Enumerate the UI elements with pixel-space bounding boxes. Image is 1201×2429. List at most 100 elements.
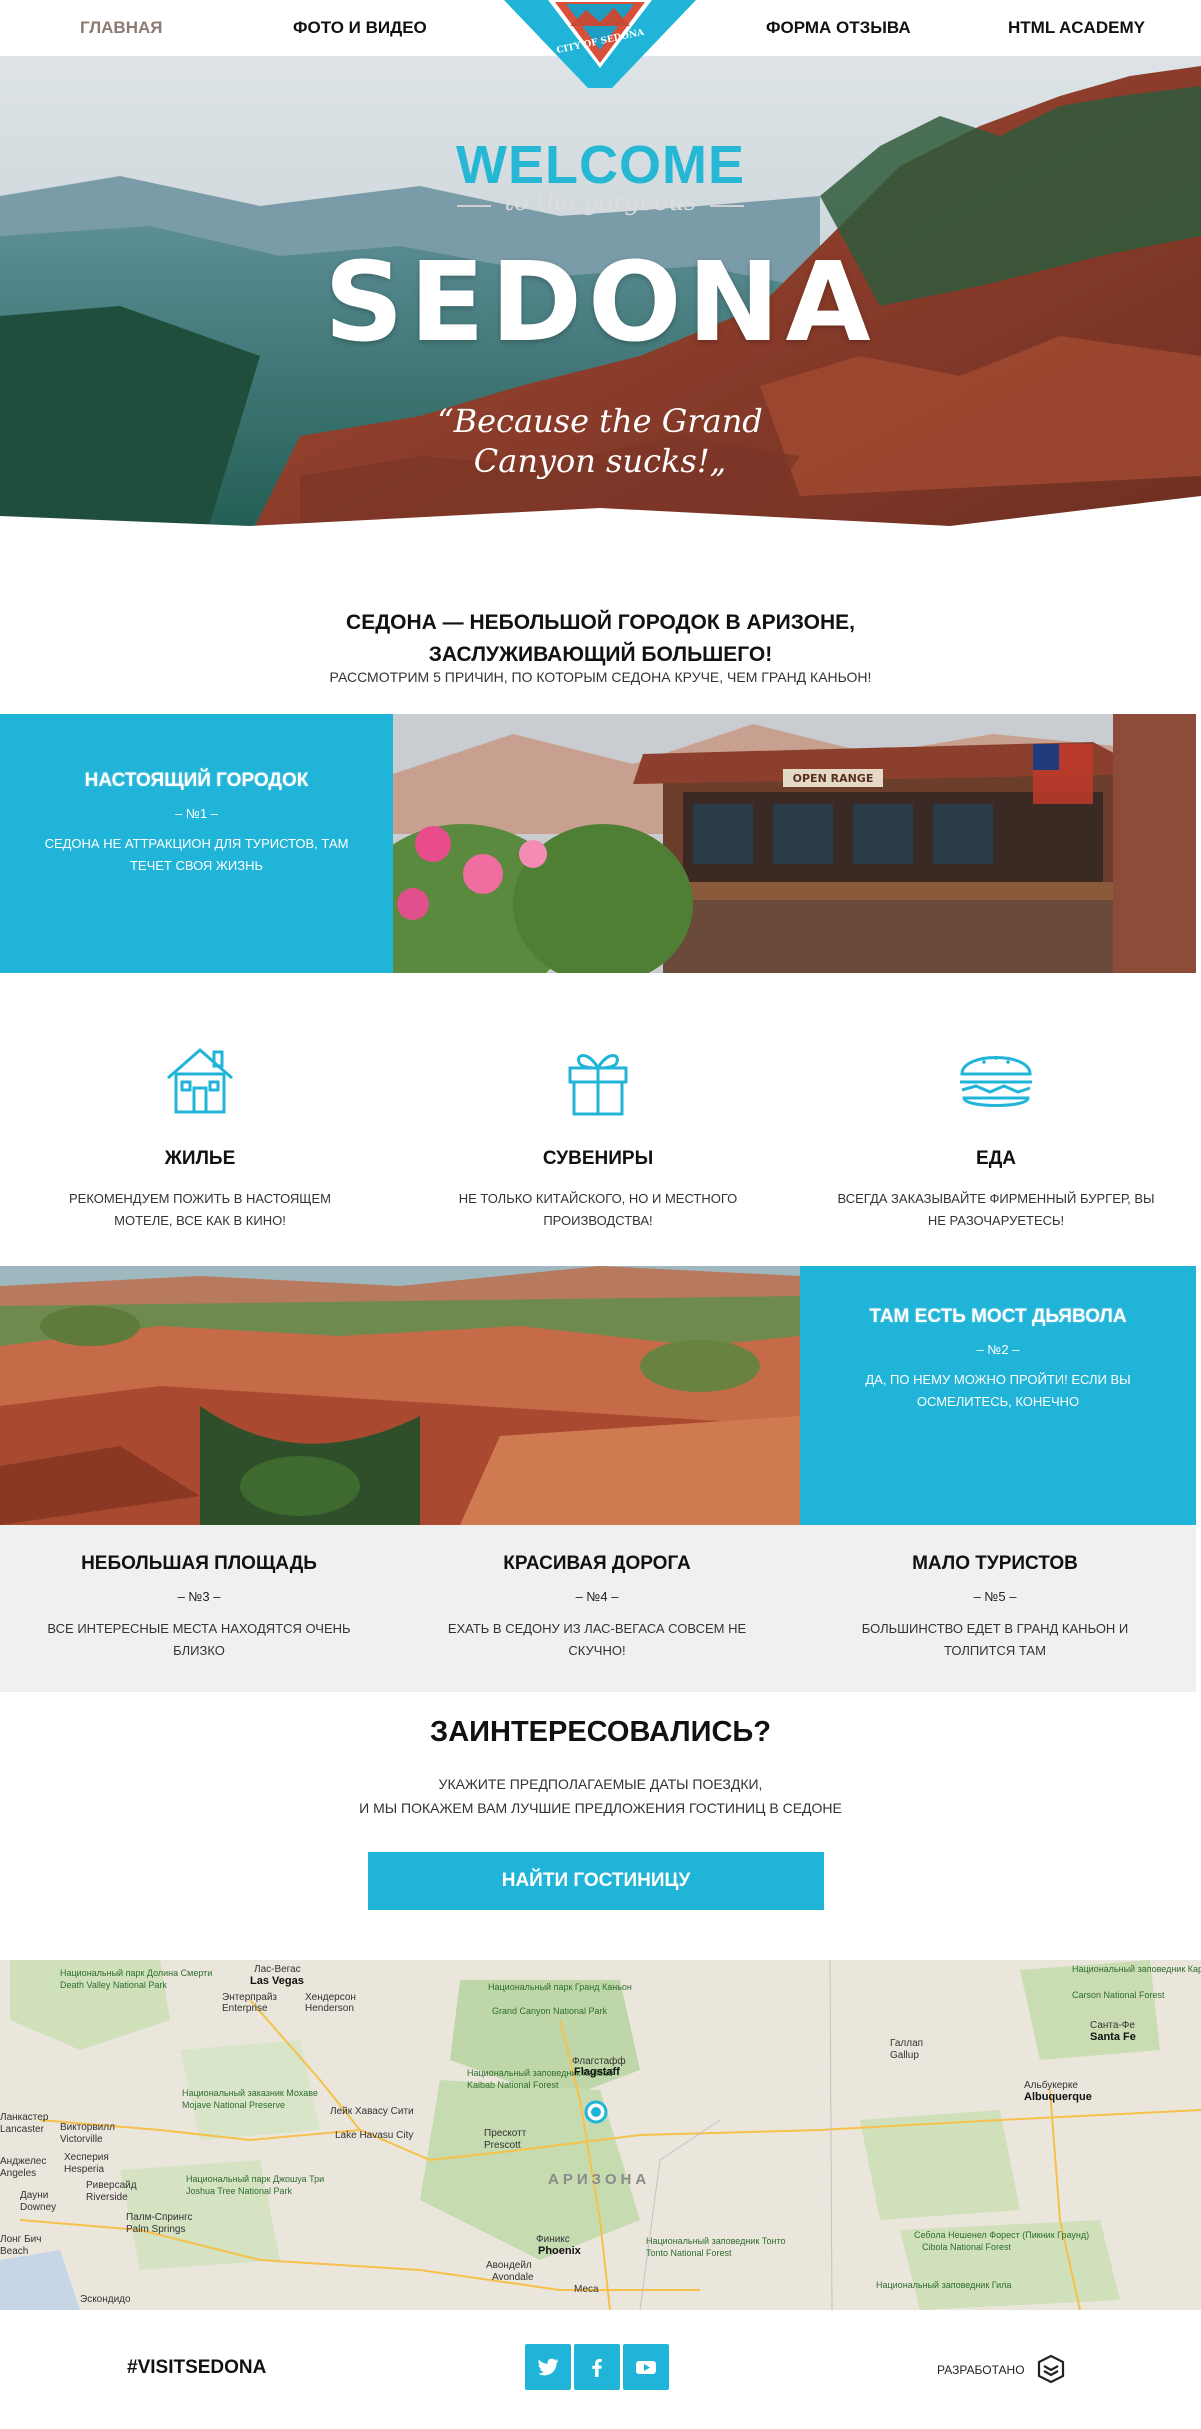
map-label: Авондейл — [486, 2260, 532, 2271]
find-hotel-button[interactable]: НАЙТИ ГОСТИНИЦУ — [368, 1852, 824, 1910]
cta-title: ЗАИНТЕРЕСОВАЛИСЬ? — [430, 1716, 771, 1748]
nav-item-photo-video[interactable]: ФОТО И ВИДЕО — [293, 0, 427, 56]
map-label: Henderson — [305, 2003, 354, 2014]
twitter-icon — [538, 2358, 559, 2376]
map-label: Tonto National Forest — [646, 2248, 732, 2258]
feature-number: – №5 – — [973, 1589, 1017, 1604]
map-label: Национальный заповедник Карсон — [1072, 1964, 1201, 1974]
feature-number: – №2 – — [976, 1342, 1020, 1357]
hashtag[interactable]: #VISITSEDONA — [127, 2357, 266, 2379]
amenity-housing: ЖИЛЬЕ РЕКОМЕНДУЕМ ПОЖИТЬ В НАСТОЯЩЕМ МОТ… — [0, 1040, 400, 1232]
amenity-description: РЕКОМЕНДУЕМ ПОЖИТЬ В НАСТОЯЩЕМ МОТЕЛЕ, В… — [69, 1191, 331, 1228]
amenity-description: ВСЕГДА ЗАКАЗЫВАЙТЕ ФИРМЕННЫЙ БУРГЕР, ВЫ … — [837, 1191, 1155, 1228]
map-label: Лонг Бич — [0, 2234, 42, 2245]
amenity-food: ЕДА ВСЕГДА ЗАКАЗЫВАЙТЕ ФИРМЕННЫЙ БУРГЕР,… — [796, 1040, 1196, 1232]
feature-description: ДА, ПО НЕМУ МОЖНО ПРОЙТИ! ЕСЛИ ВЫ ОСМЕЛИ… — [865, 1372, 1131, 1409]
hero-welcome-text: WELCOME — [456, 135, 745, 195]
map-label: Angeles — [0, 2168, 37, 2179]
map-label: Mojave National Preserve — [182, 2100, 286, 2110]
map-label: Викторвилл — [60, 2122, 115, 2133]
nav-item-feedback-form[interactable]: ФОРМА ОТЗЫВА — [766, 0, 911, 56]
map-label: Национальный заповедник Тонто — [646, 2236, 786, 2246]
feature-card-2: ТАМ ЕСТЬ МОСТ ДЬЯВОЛА – №2 – ДА, ПО НЕМУ… — [800, 1266, 1196, 1525]
feature-number: – №3 – — [177, 1589, 221, 1604]
feature-title: КРАСИВАЯ ДОРОГА — [503, 1553, 691, 1574]
map-label: Финикс — [536, 2234, 570, 2245]
amenity-title: СУВЕНИРЫ — [542, 1148, 654, 1169]
location-pin-icon[interactable] — [584, 2100, 608, 2124]
map-label: Ланкастер — [0, 2112, 49, 2123]
map-label: Lake Havasu City — [335, 2130, 414, 2141]
region-map[interactable]: Национальный парк Долина Смерти Death Va… — [0, 1960, 1201, 2310]
intro-title: СЕДОНА — НЕБОЛЬШОЙ ГОРОДОК В АРИЗОНЕ, ЗА… — [0, 607, 1201, 671]
amenity-title: ЕДА — [976, 1148, 1016, 1169]
house-icon — [167, 1048, 233, 1114]
divider — [456, 204, 491, 207]
map-label: Национальный заказник Мохаве — [182, 2088, 318, 2098]
map-label: Joshua Tree National Park — [186, 2186, 293, 2196]
facebook-link[interactable] — [574, 2344, 620, 2390]
nav-item-home[interactable]: ГЛАВНАЯ — [80, 0, 162, 56]
intro-title-line: СЕДОНА — НЕБОЛЬШОЙ ГОРОДОК В АРИЗОНЕ, — [346, 611, 855, 634]
map-label: Riverside — [86, 2192, 128, 2203]
map-label: Avondale — [492, 2272, 534, 2283]
map-label: Lancaster — [0, 2124, 44, 2135]
map-label: Палм-Спрингс — [126, 2212, 193, 2223]
map-label: Santa Fe — [1090, 2031, 1136, 2043]
feature-description: СЕДОНА НЕ АТТРАКЦИОН ДЛЯ ТУРИСТОВ, ТАМ Т… — [44, 836, 349, 873]
intro-title-line: ЗАСЛУЖИВАЮЩИЙ БОЛЬШЕГО! — [428, 643, 773, 666]
reasons-strip: НЕБОЛЬШАЯ ПЛОЩАДЬ – №3 – ВСЕ ИНТЕРЕСНЫЕ … — [0, 1525, 1196, 1692]
map-label: Дауни — [20, 2190, 49, 2201]
cta-text-line: И МЫ ПОКАЖЕМ ВАМ ЛУЧШИЕ ПРЕДЛОЖЕНИЯ ГОСТ… — [359, 1800, 842, 1816]
feature-title: НАСТОЯЩИЙ ГОРОДОК — [84, 770, 309, 791]
amenity-title: ЖИЛЬЕ — [164, 1148, 236, 1169]
devils-bridge-photo — [0, 1266, 800, 1525]
hero-title: SEDONA — [324, 238, 877, 366]
youtube-link[interactable] — [623, 2344, 669, 2390]
feature-title: ТАМ ЕСТЬ МОСТ ДЬЯВОЛА — [869, 1306, 1127, 1327]
map-label: Эскондидо — [80, 2294, 131, 2305]
map-label: Victorville — [60, 2134, 103, 2145]
city-of-sedona-logo[interactable]: CITY OF SEDONA — [500, 0, 700, 96]
map-label: Las Vegas — [250, 1975, 304, 1987]
feature-description: ВСЕ ИНТЕРЕСНЫЕ МЕСТА НАХОДЯТСЯ ОЧЕНЬ БЛИ… — [47, 1621, 351, 1658]
map-label: Enterprise — [222, 2003, 268, 2014]
facebook-icon — [592, 2359, 602, 2377]
nav-item-html-academy[interactable]: HTML ACADEMY — [1008, 0, 1145, 56]
gift-icon — [568, 1054, 628, 1116]
map-label: Лейк Хавасу Сити — [330, 2106, 414, 2117]
map-label: Анджелес — [0, 2156, 47, 2167]
map-label: Хендерсон — [305, 1992, 356, 2003]
map-label: Меса — [574, 2284, 599, 2295]
map-label: Энтерпрайз — [222, 1992, 278, 2003]
footer: #VISITSEDONA РАЗРАБОТАНО — [0, 2310, 1201, 2429]
map-label: Palm Springs — [126, 2224, 186, 2235]
map-label: Prescott — [484, 2140, 521, 2151]
map-label: Kaibab National Forest — [467, 2080, 559, 2090]
divider — [710, 204, 745, 207]
map-label: Национальный парк Джошуа Три — [186, 2174, 325, 2184]
map-label: Phoenix — [538, 2245, 581, 2257]
feature-title: МАЛО ТУРИСТОВ — [912, 1553, 1078, 1574]
twitter-link[interactable] — [525, 2344, 571, 2390]
map-label: Death Valley National Park — [60, 1980, 167, 1990]
amenity-souvenirs: СУВЕНИРЫ НЕ ТОЛЬКО КИТАЙСКОГО, НО И МЕСТ… — [398, 1040, 798, 1232]
map-label: Albuquerque — [1024, 2091, 1092, 2103]
map-label: Национальный заповедник Гила — [876, 2280, 1012, 2290]
map-label: Национальный парк Гранд Каньон — [488, 1982, 632, 1992]
map-label: Альбукерке — [1024, 2080, 1078, 2091]
feature-description: ЕХАТЬ В СЕДОНУ ИЗ ЛАС-ВЕГАСА СОВСЕМ НЕ С… — [447, 1621, 747, 1658]
map-label: Gallup — [890, 2050, 919, 2061]
hero-banner: WELCOME to the gorgeous SEDONA “Because … — [0, 56, 1201, 556]
hero-gorgeous-text: to the gorgeous — [504, 188, 697, 216]
map-label: Carson National Forest — [1072, 1990, 1165, 2000]
feature-card-3: НЕБОЛЬШАЯ ПЛОЩАДЬ – №3 – ВСЕ ИНТЕРЕСНЫЕ … — [0, 1553, 398, 1662]
burger-icon — [960, 1056, 1032, 1107]
made-by-label: РАЗРАБОТАНО — [937, 2363, 1025, 2377]
youtube-icon — [636, 2361, 656, 2374]
svg-text:OPEN RANGE: OPEN RANGE — [793, 772, 874, 785]
html-academy-logo-icon[interactable] — [1036, 2354, 1066, 2384]
feature-number: – №4 – — [575, 1589, 619, 1604]
hero-gorgeous-line: to the gorgeous — [0, 188, 1201, 216]
map-label: Flagstaff — [574, 2066, 620, 2078]
